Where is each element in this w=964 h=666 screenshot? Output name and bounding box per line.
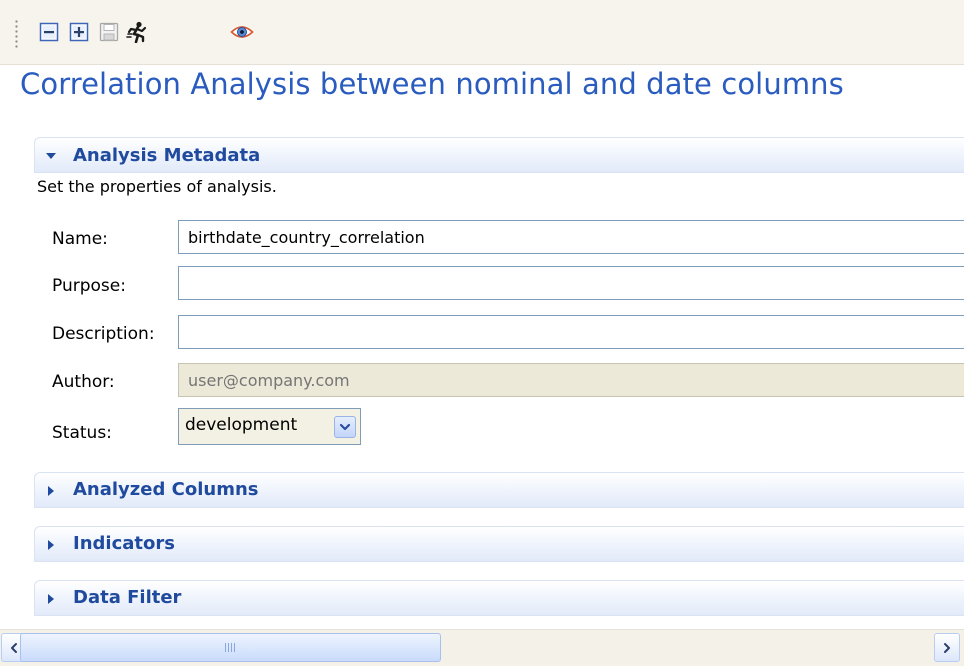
status-label: Status: [52, 423, 112, 443]
section-title-analyzed-columns: Analyzed Columns [73, 479, 259, 500]
section-indicators-header[interactable]: Indicators [34, 526, 964, 562]
chevron-right-icon[interactable] [43, 591, 59, 607]
purpose-field[interactable] [178, 266, 964, 300]
section-data-filter-header[interactable]: Data Filter [34, 580, 964, 616]
section-title-analysis-metadata: Analysis Metadata [73, 145, 261, 166]
page-title: Correlation Analysis between nominal and… [20, 67, 844, 101]
scroll-right-button[interactable] [934, 633, 960, 662]
scrollbar-thumb[interactable] [20, 633, 441, 662]
toolbar-grip[interactable] [15, 19, 18, 49]
author-field [178, 363, 964, 397]
chevron-right-icon [944, 642, 950, 653]
section-analysis-metadata-header[interactable]: Analysis Metadata [34, 137, 964, 173]
horizontal-scrollbar[interactable] [0, 629, 964, 666]
name-label: Name: [52, 229, 108, 249]
thumb-grip [225, 643, 237, 652]
chevron-left-icon [11, 642, 17, 653]
preview-icon[interactable] [230, 21, 254, 43]
name-field[interactable] [178, 220, 964, 254]
section-analyzed-columns-header[interactable]: Analyzed Columns [34, 472, 964, 508]
section-description: Set the properties of analysis. [37, 177, 277, 196]
save-icon[interactable] [98, 21, 120, 43]
status-select[interactable]: development [178, 408, 361, 445]
chevron-down-icon[interactable] [334, 416, 356, 438]
author-label: Author: [52, 372, 115, 392]
toolbar [0, 0, 964, 65]
section-title-indicators: Indicators [73, 533, 175, 554]
purpose-label: Purpose: [52, 276, 126, 296]
description-label: Description: [52, 324, 155, 344]
description-field[interactable] [178, 315, 964, 349]
collapse-all-icon[interactable] [38, 21, 60, 43]
chevron-right-icon[interactable] [43, 483, 59, 499]
run-icon[interactable] [126, 21, 148, 43]
expand-all-icon[interactable] [68, 21, 90, 43]
status-value: development [185, 415, 298, 435]
chevron-down-icon[interactable] [43, 148, 59, 164]
chevron-right-icon[interactable] [43, 537, 59, 553]
section-title-data-filter: Data Filter [73, 587, 182, 608]
